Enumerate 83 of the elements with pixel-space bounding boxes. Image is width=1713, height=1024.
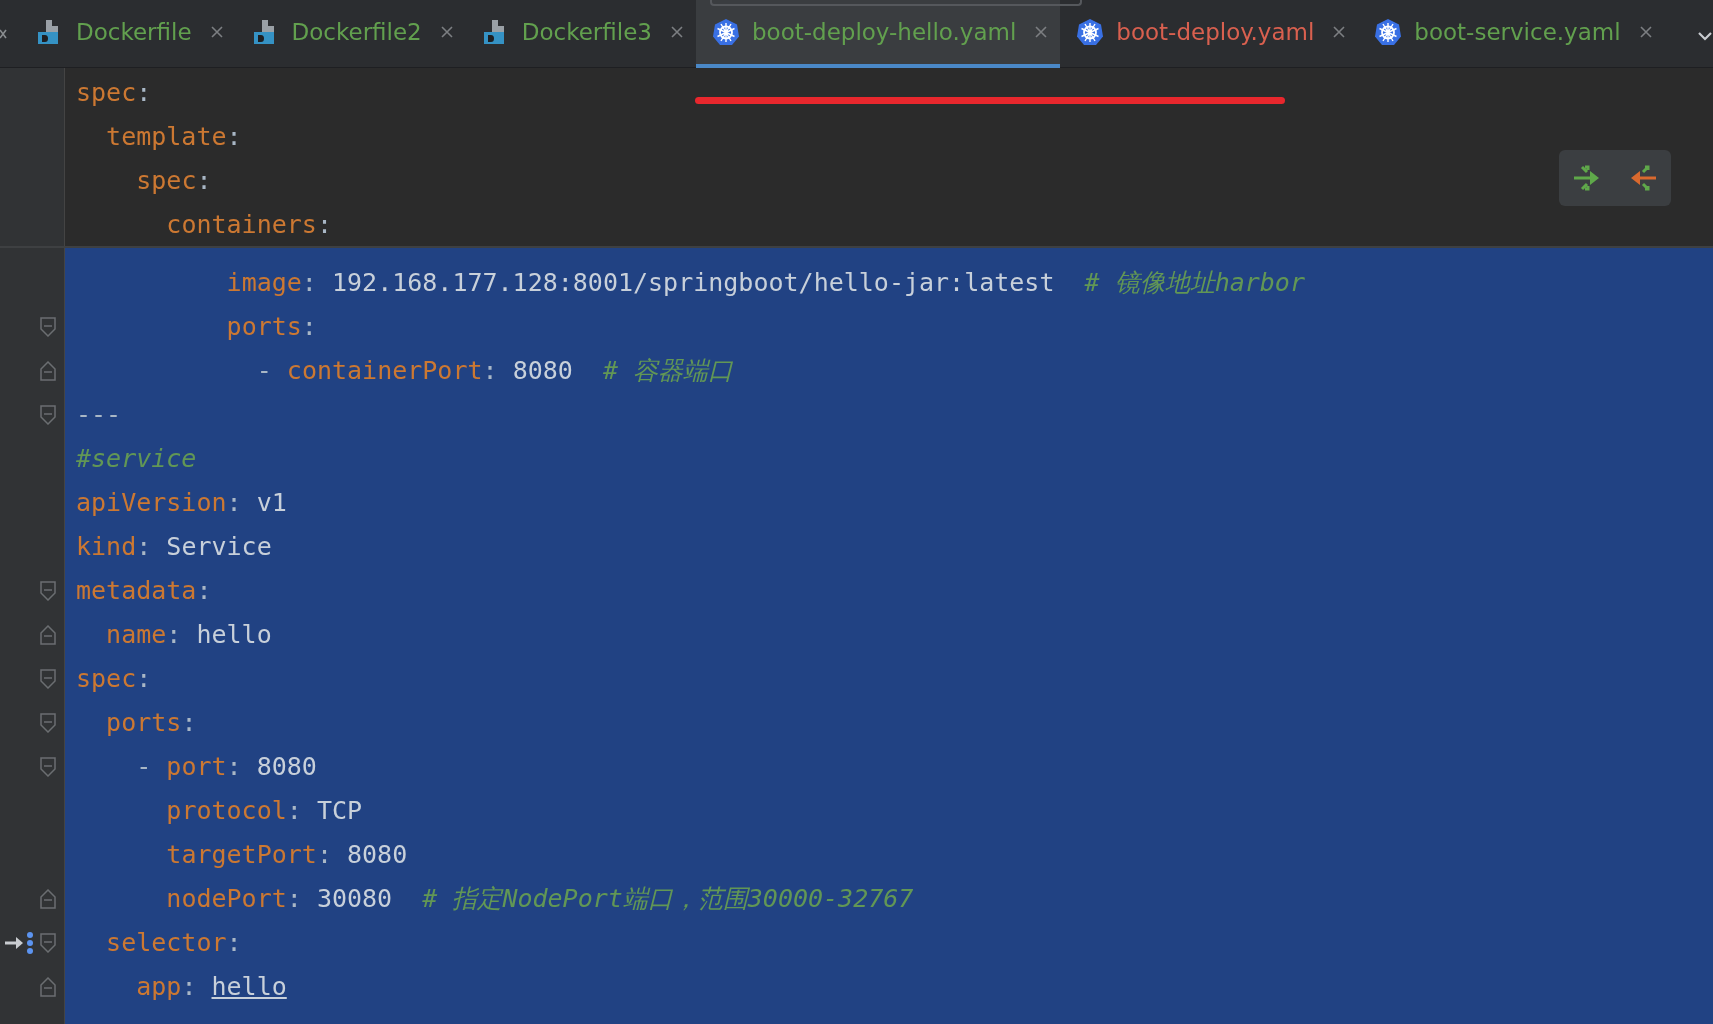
yaml-punctuation: - (136, 752, 152, 781)
yaml-key: spec (76, 664, 137, 693)
yaml-key: image (226, 268, 302, 297)
yaml-value: Service (166, 532, 272, 561)
yaml-punctuation: : (316, 210, 332, 239)
yaml-key: spec (76, 78, 137, 107)
yaml-key: spec (136, 166, 197, 195)
close-icon[interactable] (439, 24, 454, 39)
editor-tab[interactable]: boot-service.yaml (1372, 0, 1665, 68)
yaml-value: 30080 (316, 884, 393, 913)
close-icon[interactable] (1332, 24, 1347, 39)
close-icon[interactable] (209, 24, 224, 39)
yaml-punctuation: : (301, 268, 317, 297)
code-comment: #service (76, 444, 197, 473)
yaml-punctuation: - (256, 356, 272, 385)
code-comment: # 镜像地址harbor (1084, 268, 1305, 297)
helm-wheel-icon (1076, 17, 1105, 46)
fold-icon[interactable] (40, 405, 56, 425)
yaml-punctuation: : (226, 928, 242, 957)
helm-wheel-icon (1374, 17, 1403, 46)
yaml-punctuation: : (316, 840, 332, 869)
yaml-punctuation: : (181, 972, 197, 1001)
fold-icon[interactable] (40, 757, 56, 777)
yaml-key: template (106, 122, 227, 151)
yaml-key: apiVersion (76, 488, 227, 517)
yaml-key: metadata (76, 576, 197, 605)
yaml-key: containers (166, 210, 317, 239)
fold-icon[interactable] (40, 581, 56, 601)
close-icon[interactable] (669, 24, 684, 39)
fold-icon[interactable] (40, 933, 56, 953)
editor-tab[interactable]: Dockerfile2 (249, 0, 466, 68)
editor-tab[interactable]: Dockerfile3 (479, 0, 696, 68)
fold-icon[interactable] (40, 977, 56, 997)
yaml-punctuation: : (226, 122, 242, 151)
yaml-value: TCP (316, 796, 363, 825)
editor-tab[interactable]: boot-deploy.yaml (1074, 0, 1359, 68)
yaml-value: v1 (256, 488, 287, 517)
yaml-punctuation: : (286, 884, 302, 913)
yaml-value: 8080 (347, 840, 408, 869)
yaml-punctuation: : (181, 708, 197, 737)
code-comment: # 指定NodePort端口，范围30000-32767 (422, 884, 914, 913)
fold-icon[interactable] (40, 669, 56, 689)
yaml-punctuation: --- (76, 400, 122, 429)
arrow-dots-icon[interactable] (4, 931, 34, 955)
yaml-punctuation: : (136, 664, 152, 693)
yaml-punctuation: : (196, 166, 212, 195)
yaml-punctuation: : (286, 796, 302, 825)
yaml-punctuation: : (301, 312, 317, 341)
yaml-key: ports (226, 312, 302, 341)
yaml-key: targetPort (166, 840, 317, 869)
yaml-value: hello (196, 620, 272, 649)
chevron-down-icon[interactable] (1697, 30, 1713, 42)
yaml-punctuation: : (166, 620, 182, 649)
yaml-key: port (166, 752, 227, 781)
yaml-key: protocol (166, 796, 287, 825)
yaml-value: 192.168.177.128:8001/springboot/hello-jar:latest (332, 268, 1055, 297)
yaml-value: 8080 (512, 356, 573, 385)
fold-icon[interactable] (40, 713, 56, 733)
fold-icon[interactable] (40, 625, 56, 645)
code-comment: # 容器端口 (602, 356, 734, 385)
yaml-punctuation: : (136, 532, 152, 561)
yaml-reference[interactable]: hello (211, 972, 287, 1001)
yaml-punctuation: : (226, 752, 242, 781)
yaml-key: containerPort (286, 356, 483, 385)
editor-tab[interactable]: Dockerfile (34, 0, 236, 68)
yaml-punctuation: : (196, 576, 212, 605)
yaml-key: selector (106, 928, 227, 957)
yaml-key: kind (76, 532, 137, 561)
helm-wheel-icon (711, 17, 740, 46)
editor-tab[interactable]: boot-deploy-hello.yaml (695, 0, 1061, 68)
yaml-key: nodePort (166, 884, 287, 913)
yaml-punctuation: : (482, 356, 498, 385)
fold-icon[interactable] (40, 317, 56, 337)
yaml-value: 8080 (256, 752, 317, 781)
fold-icon[interactable] (40, 889, 56, 909)
yaml-key: app (136, 972, 182, 1001)
fold-icon[interactable] (40, 361, 56, 381)
close-icon[interactable] (1638, 24, 1653, 39)
yaml-punctuation: : (226, 488, 242, 517)
close-icon[interactable] (1034, 24, 1049, 39)
yaml-key: ports (106, 708, 182, 737)
yaml-punctuation: : (136, 78, 152, 107)
yaml-key: name (106, 620, 167, 649)
